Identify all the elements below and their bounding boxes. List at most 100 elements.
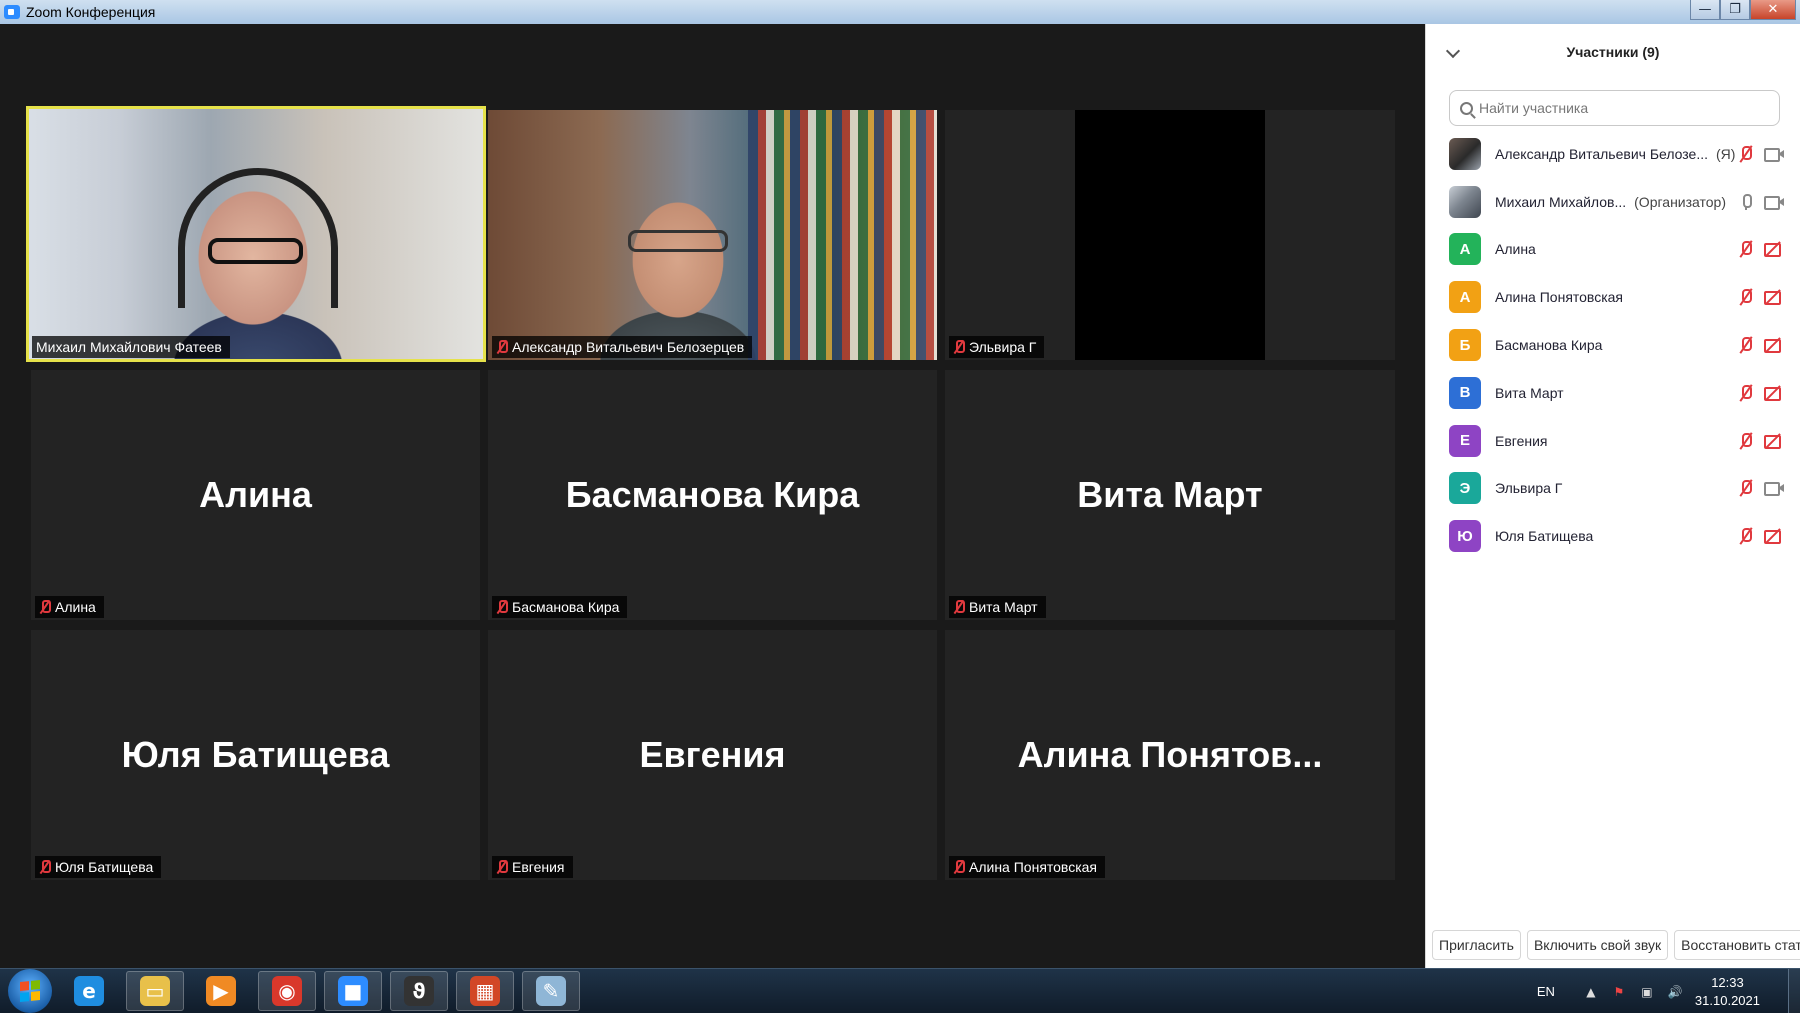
black-video-frame bbox=[1075, 110, 1265, 360]
participant-row[interactable]: В Вита Март bbox=[1426, 369, 1800, 417]
participant-row[interactable]: Е Евгения bbox=[1426, 417, 1800, 465]
video-gallery: Михаил Михайлович Фатеев Александр Витал… bbox=[0, 24, 1425, 968]
participant-name: Михаил Михайлов... bbox=[1495, 193, 1627, 210]
presentation-icon: ▦ bbox=[470, 976, 500, 1006]
camera-off-icon[interactable] bbox=[1764, 241, 1784, 258]
participant-name: Вита Март bbox=[1495, 384, 1564, 401]
avatar: А bbox=[1449, 233, 1481, 266]
participant-row[interactable]: Михаил Михайлов... (Организатор) bbox=[1426, 178, 1800, 226]
avatar: Е bbox=[1449, 424, 1481, 457]
network-icon[interactable]: ▣ bbox=[1639, 984, 1655, 1000]
chevron-down-icon[interactable] bbox=[1445, 43, 1461, 59]
glasses-shape bbox=[208, 238, 303, 264]
participant-row[interactable]: А Алина Понятовская bbox=[1426, 273, 1800, 321]
taskbar-app-zoom[interactable]: ■ bbox=[324, 971, 382, 1011]
participant-status-icons bbox=[1738, 369, 1784, 417]
participant-row[interactable]: А Алина bbox=[1426, 226, 1800, 274]
mic-off-icon[interactable] bbox=[1738, 288, 1754, 306]
mic-off-icon[interactable] bbox=[1738, 479, 1754, 497]
clock[interactable]: 12:33 31.10.2021 bbox=[1695, 974, 1760, 1010]
glasses-shape bbox=[628, 230, 728, 252]
tile-center-name: Алина bbox=[199, 474, 312, 515]
mic-off-icon[interactable] bbox=[1738, 336, 1754, 354]
participant-row[interactable]: Э Эльвира Г bbox=[1426, 465, 1800, 513]
tile-name-label: Михаил Михайлович Фатеев bbox=[32, 336, 230, 358]
participant-status-icons bbox=[1738, 512, 1784, 560]
chrome-icon: ◉ bbox=[272, 976, 302, 1006]
tile-name-text: Александр Витальевич Белозерцев bbox=[512, 339, 745, 355]
explorer-icon: ▭ bbox=[140, 976, 170, 1006]
video-tile[interactable]: Юля Батищева Юля Батищева bbox=[31, 630, 480, 880]
taskbar-app-chrome[interactable]: ◉ bbox=[258, 971, 316, 1011]
show-desktop-button[interactable] bbox=[1788, 969, 1800, 1013]
camera-icon[interactable] bbox=[1764, 147, 1784, 162]
video-tile[interactable]: Алина Алина bbox=[31, 370, 480, 620]
participant-list: Александр Витальевич Белозе... (Я) Михаил … bbox=[1426, 130, 1800, 560]
participant-row[interactable]: Ю Юля Батищева bbox=[1426, 512, 1800, 560]
video-tile[interactable]: Евгения Евгения bbox=[488, 630, 937, 880]
tile-name-text: Евгения bbox=[512, 859, 565, 875]
app-b-icon: ϑ bbox=[404, 976, 434, 1006]
mic-off-icon bbox=[496, 860, 508, 874]
camera-off-icon[interactable] bbox=[1764, 528, 1784, 545]
action-center-flag-icon[interactable]: ⚑ bbox=[1611, 984, 1627, 1000]
mic-off-icon bbox=[953, 860, 965, 874]
tile-name-text: Михаил Михайлович Фатеев bbox=[36, 339, 222, 355]
avatar bbox=[1449, 137, 1481, 170]
mic-off-icon bbox=[496, 600, 508, 614]
close-button[interactable]: ✕ bbox=[1750, 0, 1796, 20]
camera-off-icon[interactable] bbox=[1764, 432, 1784, 449]
camera-off-icon[interactable] bbox=[1764, 289, 1784, 306]
start-button[interactable] bbox=[8, 969, 52, 1013]
camera-off-icon[interactable] bbox=[1764, 337, 1784, 354]
video-tile[interactable]: Александр Витальевич Белозерцев bbox=[488, 110, 937, 360]
tile-name-text: Басманова Кира bbox=[512, 599, 620, 615]
mic-off-icon bbox=[39, 600, 51, 614]
mic-icon[interactable] bbox=[1738, 193, 1754, 211]
video-tile[interactable]: Эльвира Г bbox=[945, 110, 1395, 360]
minimize-button[interactable]: — bbox=[1690, 0, 1720, 20]
video-tile[interactable]: Алина Понятов... Алина Понятовская bbox=[945, 630, 1395, 880]
video-tile[interactable]: Михаил Михайлович Фатеев bbox=[26, 106, 486, 362]
participants-panel: Участники (9) Александр Витальевич Белоз… bbox=[1425, 24, 1800, 968]
camera-off-icon[interactable] bbox=[1764, 385, 1784, 401]
participant-row[interactable]: Александр Витальевич Белозе... (Я) bbox=[1426, 130, 1800, 178]
avatar: Б bbox=[1449, 329, 1481, 362]
tray-expand-icon[interactable]: ▲ bbox=[1583, 984, 1599, 1000]
paint-icon: ✎ bbox=[536, 976, 566, 1006]
taskbar-app-app-b[interactable]: ϑ bbox=[390, 971, 448, 1011]
tile-center-name: Басманова Кира bbox=[565, 474, 860, 515]
windows-taskbar: e ▭ ▶ ◉ ■ ϑ ▦ ✎ EN ▲ ⚑ ▣ 🔊 12:33 31.10.2021 bbox=[0, 968, 1800, 1013]
taskbar-app-paint[interactable]: ✎ bbox=[522, 971, 580, 1011]
restore-status-button[interactable]: Восстановить стату bbox=[1674, 930, 1800, 960]
search-input[interactable] bbox=[1479, 100, 1779, 116]
video-tile[interactable]: Басманова Кира Басманова Кира bbox=[488, 370, 937, 620]
participant-status-icons bbox=[1738, 417, 1784, 465]
mic-off-icon[interactable] bbox=[1738, 384, 1754, 402]
participant-name: Алина Понятовская bbox=[1495, 289, 1624, 306]
participant-status-icons bbox=[1738, 273, 1784, 321]
mic-off-icon[interactable] bbox=[1738, 527, 1754, 545]
invite-button[interactable]: Пригласить bbox=[1432, 930, 1521, 960]
participant-row[interactable]: Б Басманова Кира bbox=[1426, 321, 1800, 369]
language-indicator[interactable]: EN bbox=[1537, 984, 1555, 999]
taskbar-app-explorer[interactable]: ▭ bbox=[126, 971, 184, 1011]
mic-off-icon[interactable] bbox=[1738, 240, 1754, 258]
taskbar-app-media-player[interactable]: ▶ bbox=[192, 971, 250, 1011]
camera-icon[interactable] bbox=[1764, 195, 1784, 210]
video-tile[interactable]: Вита Март Вита Март bbox=[945, 370, 1395, 620]
avatar: В bbox=[1449, 376, 1481, 409]
maximize-button[interactable]: ❐ bbox=[1720, 0, 1750, 20]
mic-off-icon[interactable] bbox=[1738, 432, 1754, 450]
volume-icon[interactable]: 🔊 bbox=[1667, 984, 1683, 1000]
taskbar-app-ie[interactable]: e bbox=[60, 971, 118, 1011]
camera-icon[interactable] bbox=[1764, 481, 1784, 497]
participant-status-icons bbox=[1738, 465, 1784, 513]
tile-center-name: Вита Март bbox=[1077, 474, 1263, 515]
mic-off-icon[interactable] bbox=[1738, 145, 1754, 163]
tile-name-text: Юля Батищева bbox=[55, 859, 154, 875]
unmute-self-button[interactable]: Включить свой звук bbox=[1526, 930, 1669, 960]
media-player-icon: ▶ bbox=[206, 976, 236, 1006]
tile-center-name: Евгения bbox=[639, 734, 786, 775]
taskbar-app-presentation[interactable]: ▦ bbox=[456, 971, 514, 1011]
